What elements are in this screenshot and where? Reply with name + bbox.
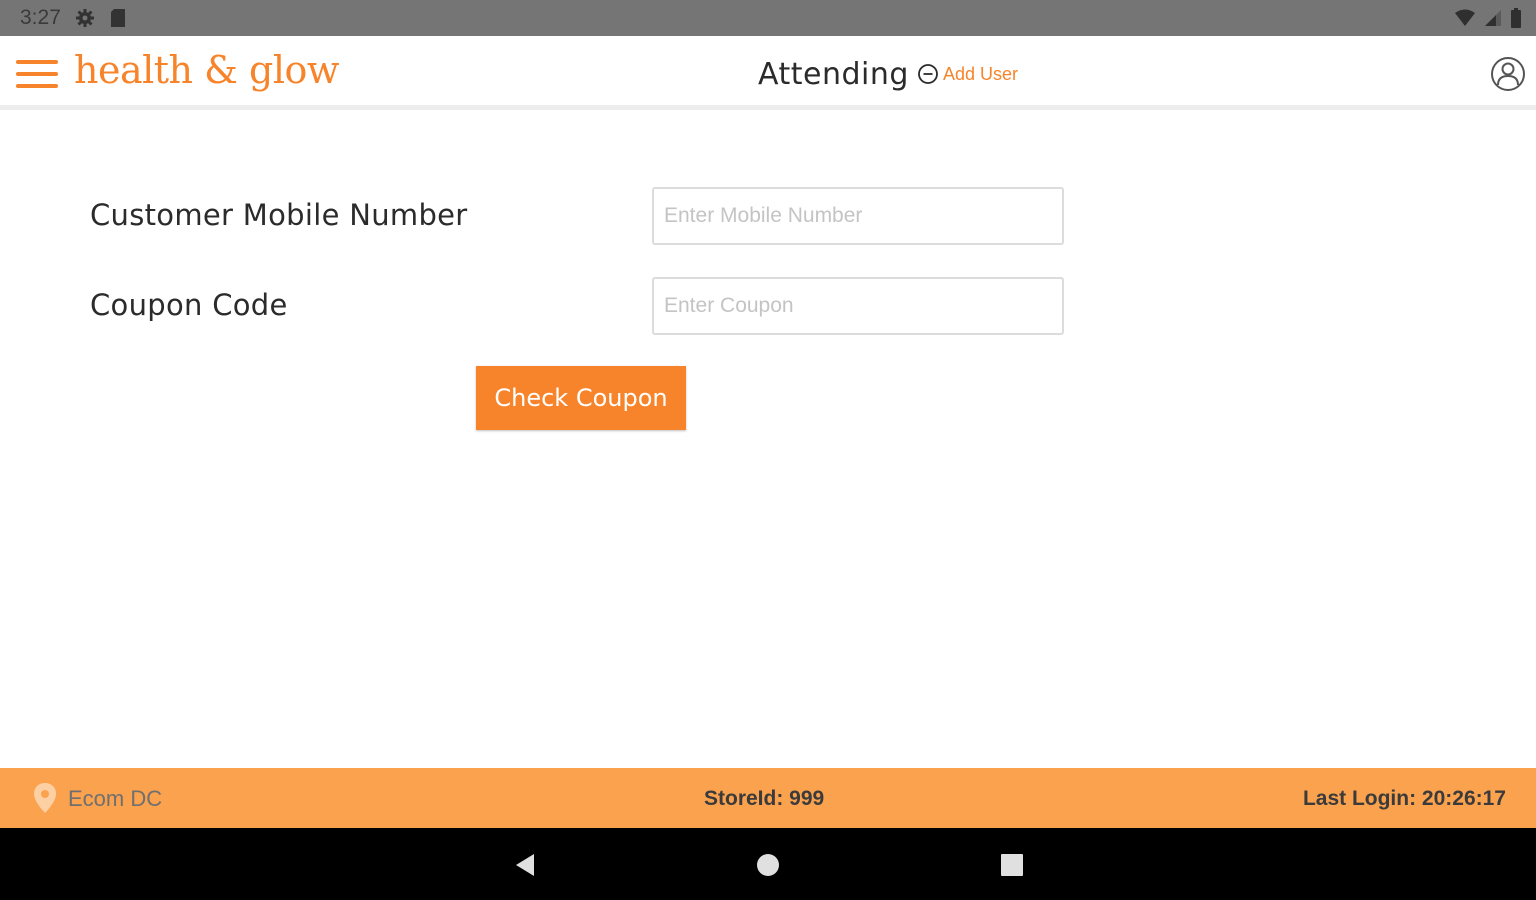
status-right [1454, 8, 1522, 28]
attending-label: Attending [758, 56, 909, 92]
recent-apps-icon[interactable] [997, 850, 1027, 880]
signal-icon [1485, 10, 1501, 26]
app-header: health & glow Attending Add User [0, 36, 1536, 110]
profile-icon[interactable] [1490, 56, 1526, 92]
status-left: 3:27 [20, 6, 127, 30]
android-nav-bar [0, 828, 1536, 900]
add-user-label: Add User [942, 63, 1018, 84]
coupon-code-label: Coupon Code [90, 288, 288, 322]
add-user-button[interactable]: Add User [917, 63, 1018, 85]
mobile-number-label: Customer Mobile Number [90, 198, 468, 232]
footer-bar: Ecom DC StoreId: 999 Last Login: 20:26:1… [0, 768, 1536, 828]
status-bar: 3:27 [0, 0, 1536, 36]
store-id: StoreId: 999 [704, 787, 825, 810]
store-name: Ecom DC [68, 786, 163, 811]
coupon-code-input[interactable] [652, 277, 1064, 335]
home-icon[interactable] [753, 850, 783, 880]
mobile-number-input[interactable] [652, 187, 1064, 245]
location-pin-icon [34, 783, 56, 813]
gear-icon [75, 9, 94, 27]
attending-group: Attending Add User [758, 54, 1018, 94]
add-circle-icon [918, 64, 938, 84]
sd-card-icon [110, 9, 125, 27]
wifi-icon [1455, 9, 1475, 26]
check-coupon-button[interactable]: Check Coupon [476, 366, 686, 430]
battery-icon [1511, 8, 1521, 28]
last-login: Last Login: 20:26:17 [1302, 787, 1506, 810]
back-icon[interactable] [510, 850, 540, 880]
status-time: 3:27 [20, 6, 61, 29]
menu-icon[interactable] [16, 58, 60, 90]
brand-logo: health & glow [74, 48, 339, 92]
